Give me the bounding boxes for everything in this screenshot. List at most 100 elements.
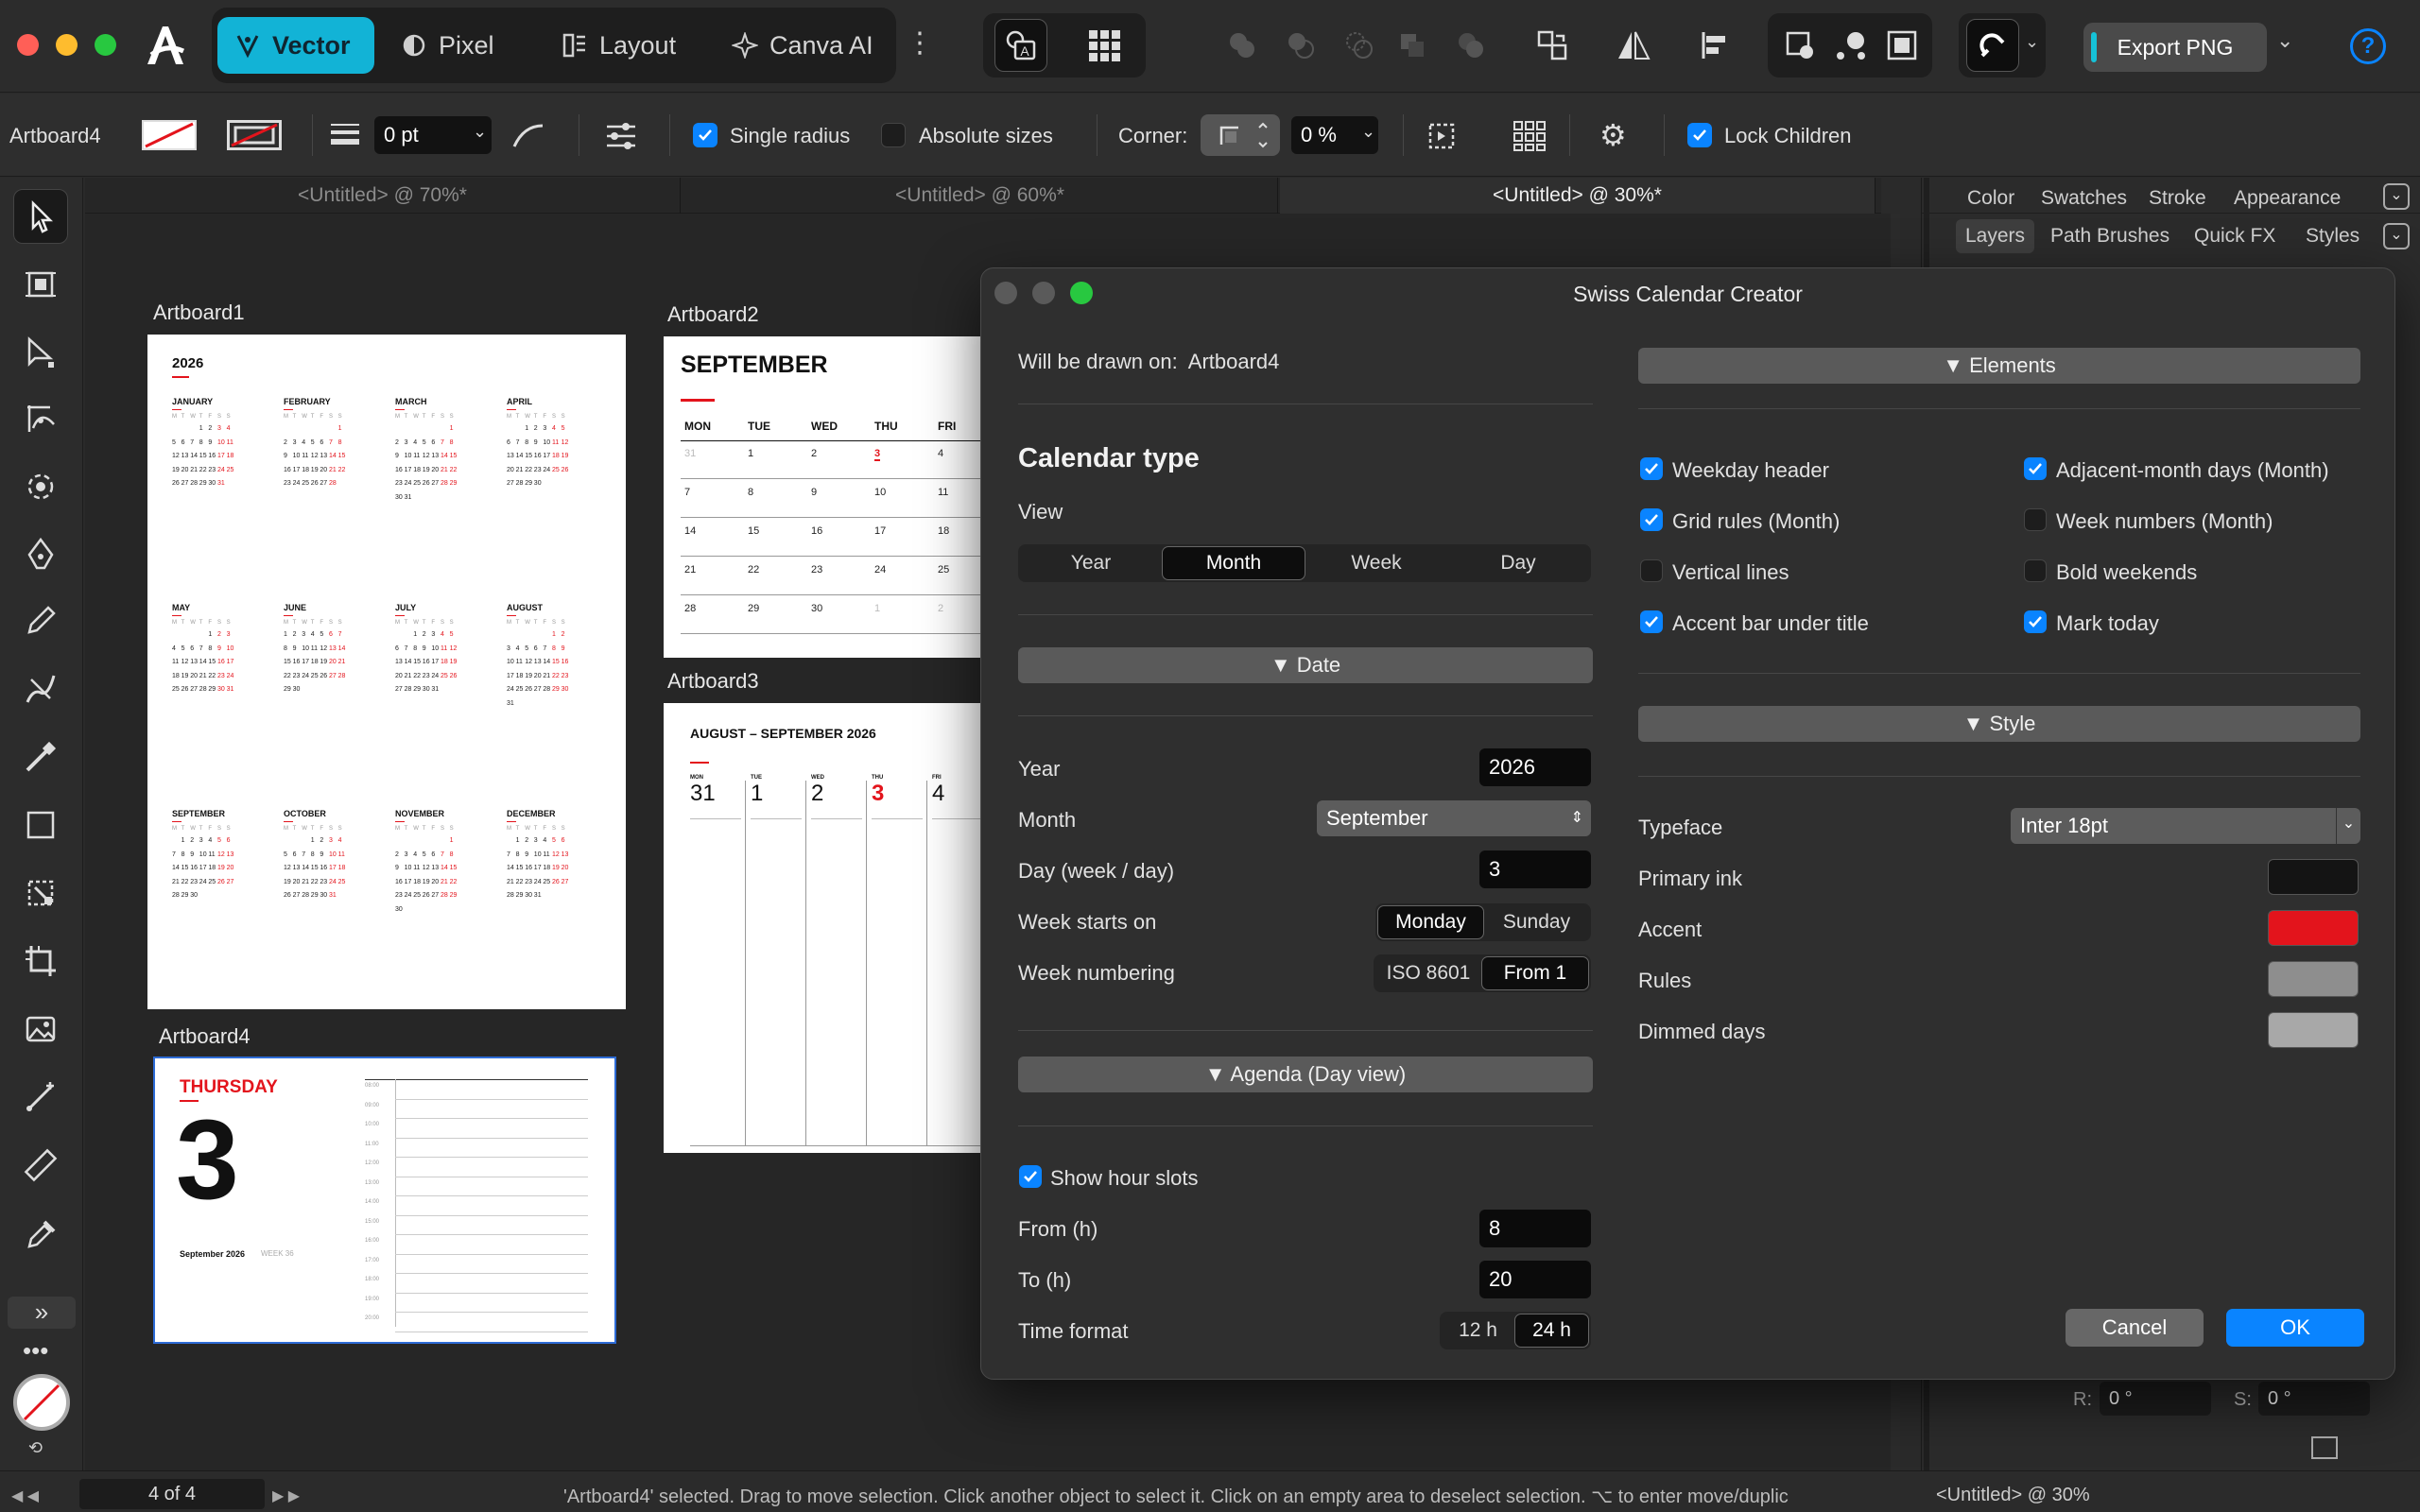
- view-week[interactable]: Week: [1305, 546, 1447, 580]
- agenda-section-header[interactable]: ▼ Agenda (Day view): [1018, 1057, 1593, 1092]
- typeface-select[interactable]: Inter 18pt ⌄: [2011, 808, 2360, 844]
- flip-icon[interactable]: [1607, 19, 1660, 72]
- color-picker-tool-icon[interactable]: [13, 1206, 68, 1261]
- move-tool-icon[interactable]: [13, 189, 68, 244]
- dimmed-days-swatch[interactable]: [2268, 1012, 2359, 1048]
- stroke-swatch[interactable]: [227, 120, 282, 150]
- page-prev-icon[interactable]: ◀ ◀: [11, 1486, 39, 1505]
- crop-tool-icon[interactable]: [13, 934, 68, 988]
- single-radius-checkbox[interactable]: [693, 123, 717, 147]
- panel-menu-chevron-icon-2[interactable]: ⌄: [2383, 223, 2410, 249]
- gear-icon[interactable]: ⚙: [1599, 120, 1627, 150]
- artboard2[interactable]: SEPTEMBER MON TUE WED THU FRI 31 1 2 3 4 7 8 9 10 11 14…: [664, 336, 991, 658]
- corner-value-chevron-icon[interactable]: ⌄: [1361, 122, 1375, 142]
- element-option-checkbox[interactable]: [1640, 610, 1663, 633]
- month-select[interactable]: September ⇕: [1317, 800, 1591, 836]
- week-numbering-iso[interactable]: ISO 8601: [1375, 956, 1481, 990]
- tab-document-2[interactable]: <Untitled> @ 60%*: [683, 178, 1278, 214]
- artboard4[interactable]: THURSDAY 3 September 2026 WEEK 36 08:00 0…: [153, 1057, 616, 1344]
- page-next-icon[interactable]: ▶ ▶: [272, 1486, 300, 1505]
- week-numbering-from-1[interactable]: From 1: [1481, 956, 1589, 990]
- view-day[interactable]: Day: [1447, 546, 1589, 580]
- grid-layout-icon[interactable]: [1512, 120, 1547, 157]
- more-horizontal-icon[interactable]: •••: [23, 1336, 48, 1366]
- transform-origin-icon[interactable]: [1773, 19, 1826, 72]
- close-window-button[interactable]: [17, 34, 39, 56]
- place-image-tool-icon[interactable]: [13, 1002, 68, 1057]
- help-icon[interactable]: ?: [2350, 28, 2386, 64]
- time-format-12h[interactable]: 12 h: [1442, 1314, 1514, 1348]
- day-field[interactable]: 3: [1479, 850, 1591, 888]
- date-section-header[interactable]: ▼ Date: [1018, 647, 1593, 683]
- panel-tab-path-brushes[interactable]: Path Brushes: [2050, 225, 2169, 248]
- view-month[interactable]: Month: [1162, 546, 1305, 580]
- lock-children-checkbox[interactable]: [1687, 123, 1712, 147]
- element-option-checkbox[interactable]: [1640, 457, 1663, 480]
- transparency-tool-icon[interactable]: [13, 866, 68, 920]
- artboard3-label[interactable]: Artboard3: [667, 669, 759, 694]
- persona-vector[interactable]: Vector: [217, 17, 374, 74]
- add-boolean-icon[interactable]: [1216, 19, 1269, 72]
- primary-ink-swatch[interactable]: [2268, 859, 2359, 895]
- accent-swatch[interactable]: [2268, 910, 2359, 946]
- export-chevron-icon[interactable]: ⌄: [2276, 28, 2293, 53]
- element-option-checkbox[interactable]: [2024, 559, 2047, 582]
- arrange-icon[interactable]: [1526, 19, 1579, 72]
- fill-stroke-well[interactable]: [13, 1374, 70, 1431]
- panel-tab-appearance[interactable]: Appearance: [2234, 187, 2341, 210]
- artboard-fit-icon[interactable]: [1426, 120, 1458, 157]
- week-starts-sunday[interactable]: Sunday: [1484, 905, 1589, 939]
- artboard1-label[interactable]: Artboard1: [153, 301, 245, 325]
- persona-pixel[interactable]: Pixel: [384, 17, 535, 74]
- snap-nodes-icon[interactable]: [1824, 19, 1877, 72]
- panel-tab-layers[interactable]: Layers: [1956, 219, 2035, 253]
- paint-brush-tool-icon[interactable]: [13, 730, 68, 784]
- artboard1[interactable]: 2026 JANUARY M T W T F S S 1 2 3 4 5 6 7 8 9 10 11 12 13 14 15…: [147, 335, 626, 1009]
- week-starts-monday[interactable]: Monday: [1377, 905, 1484, 939]
- panel-tab-swatches[interactable]: Swatches: [2041, 187, 2127, 210]
- pressure-icon[interactable]: [512, 122, 544, 155]
- absolute-sizes-checkbox[interactable]: [881, 123, 906, 147]
- export-png-button[interactable]: Export PNG: [2083, 23, 2267, 72]
- rectangle-tool-icon[interactable]: [13, 798, 68, 852]
- sliders-icon[interactable]: [605, 122, 637, 155]
- panel-tab-color[interactable]: Color: [1967, 187, 2014, 210]
- chevron-down-icon[interactable]: ⌄: [2025, 32, 2039, 52]
- show-hour-slots-checkbox[interactable]: [1019, 1165, 1042, 1188]
- swap-colors-icon[interactable]: ⟲: [28, 1438, 43, 1458]
- from-hour-field[interactable]: 8: [1479, 1210, 1591, 1247]
- ok-button[interactable]: OK: [2226, 1309, 2364, 1347]
- time-format-24h[interactable]: 24 h: [1514, 1314, 1589, 1348]
- artboard4-label[interactable]: Artboard4: [159, 1024, 251, 1049]
- stroke-width-chevron-icon[interactable]: ⌄: [473, 122, 487, 142]
- corner-type-select[interactable]: [1201, 114, 1280, 156]
- to-hour-field[interactable]: 20: [1479, 1261, 1591, 1298]
- fill-swatch[interactable]: [142, 120, 197, 150]
- panel-tab-stroke[interactable]: Stroke: [2149, 187, 2206, 210]
- cancel-button[interactable]: Cancel: [2066, 1309, 2204, 1347]
- elements-section-header[interactable]: ▼ Elements: [1638, 348, 2360, 384]
- xor-boolean-icon[interactable]: [1386, 19, 1439, 72]
- persona-canva-ai[interactable]: Canva AI: [715, 17, 894, 74]
- minimize-window-button[interactable]: [56, 34, 78, 56]
- panel-menu-chevron-icon[interactable]: ⌄: [2383, 183, 2410, 210]
- year-field[interactable]: 2026: [1479, 748, 1591, 786]
- panel-tab-styles[interactable]: Styles: [2306, 225, 2360, 248]
- magnet-icon[interactable]: [1966, 19, 2019, 72]
- intersect-boolean-icon[interactable]: [1333, 19, 1386, 72]
- shear-field[interactable]: 0 °: [2258, 1382, 2370, 1416]
- vector-brush-tool-icon[interactable]: [13, 662, 68, 716]
- contour-tool-icon[interactable]: [13, 391, 68, 446]
- snap-bounds-icon[interactable]: [1876, 19, 1928, 72]
- subtract-boolean-icon[interactable]: [1274, 19, 1327, 72]
- line-tool-icon[interactable]: [13, 1070, 68, 1125]
- element-option-checkbox[interactable]: [2024, 508, 2047, 531]
- pen-tool-icon[interactable]: [13, 527, 68, 582]
- tab-document-3[interactable]: <Untitled> @ 30%*: [1280, 178, 1876, 214]
- node-tool-icon[interactable]: [13, 325, 68, 380]
- corner-tool-icon[interactable]: [13, 459, 68, 514]
- divide-boolean-icon[interactable]: [1444, 19, 1497, 72]
- artboard3[interactable]: AUGUST – SEPTEMBER 2026 MON 31 TUE 1 WED 2 THU…: [664, 703, 991, 1153]
- style-section-header[interactable]: ▼ Style: [1638, 706, 2360, 742]
- text-frame-icon[interactable]: A: [994, 19, 1047, 72]
